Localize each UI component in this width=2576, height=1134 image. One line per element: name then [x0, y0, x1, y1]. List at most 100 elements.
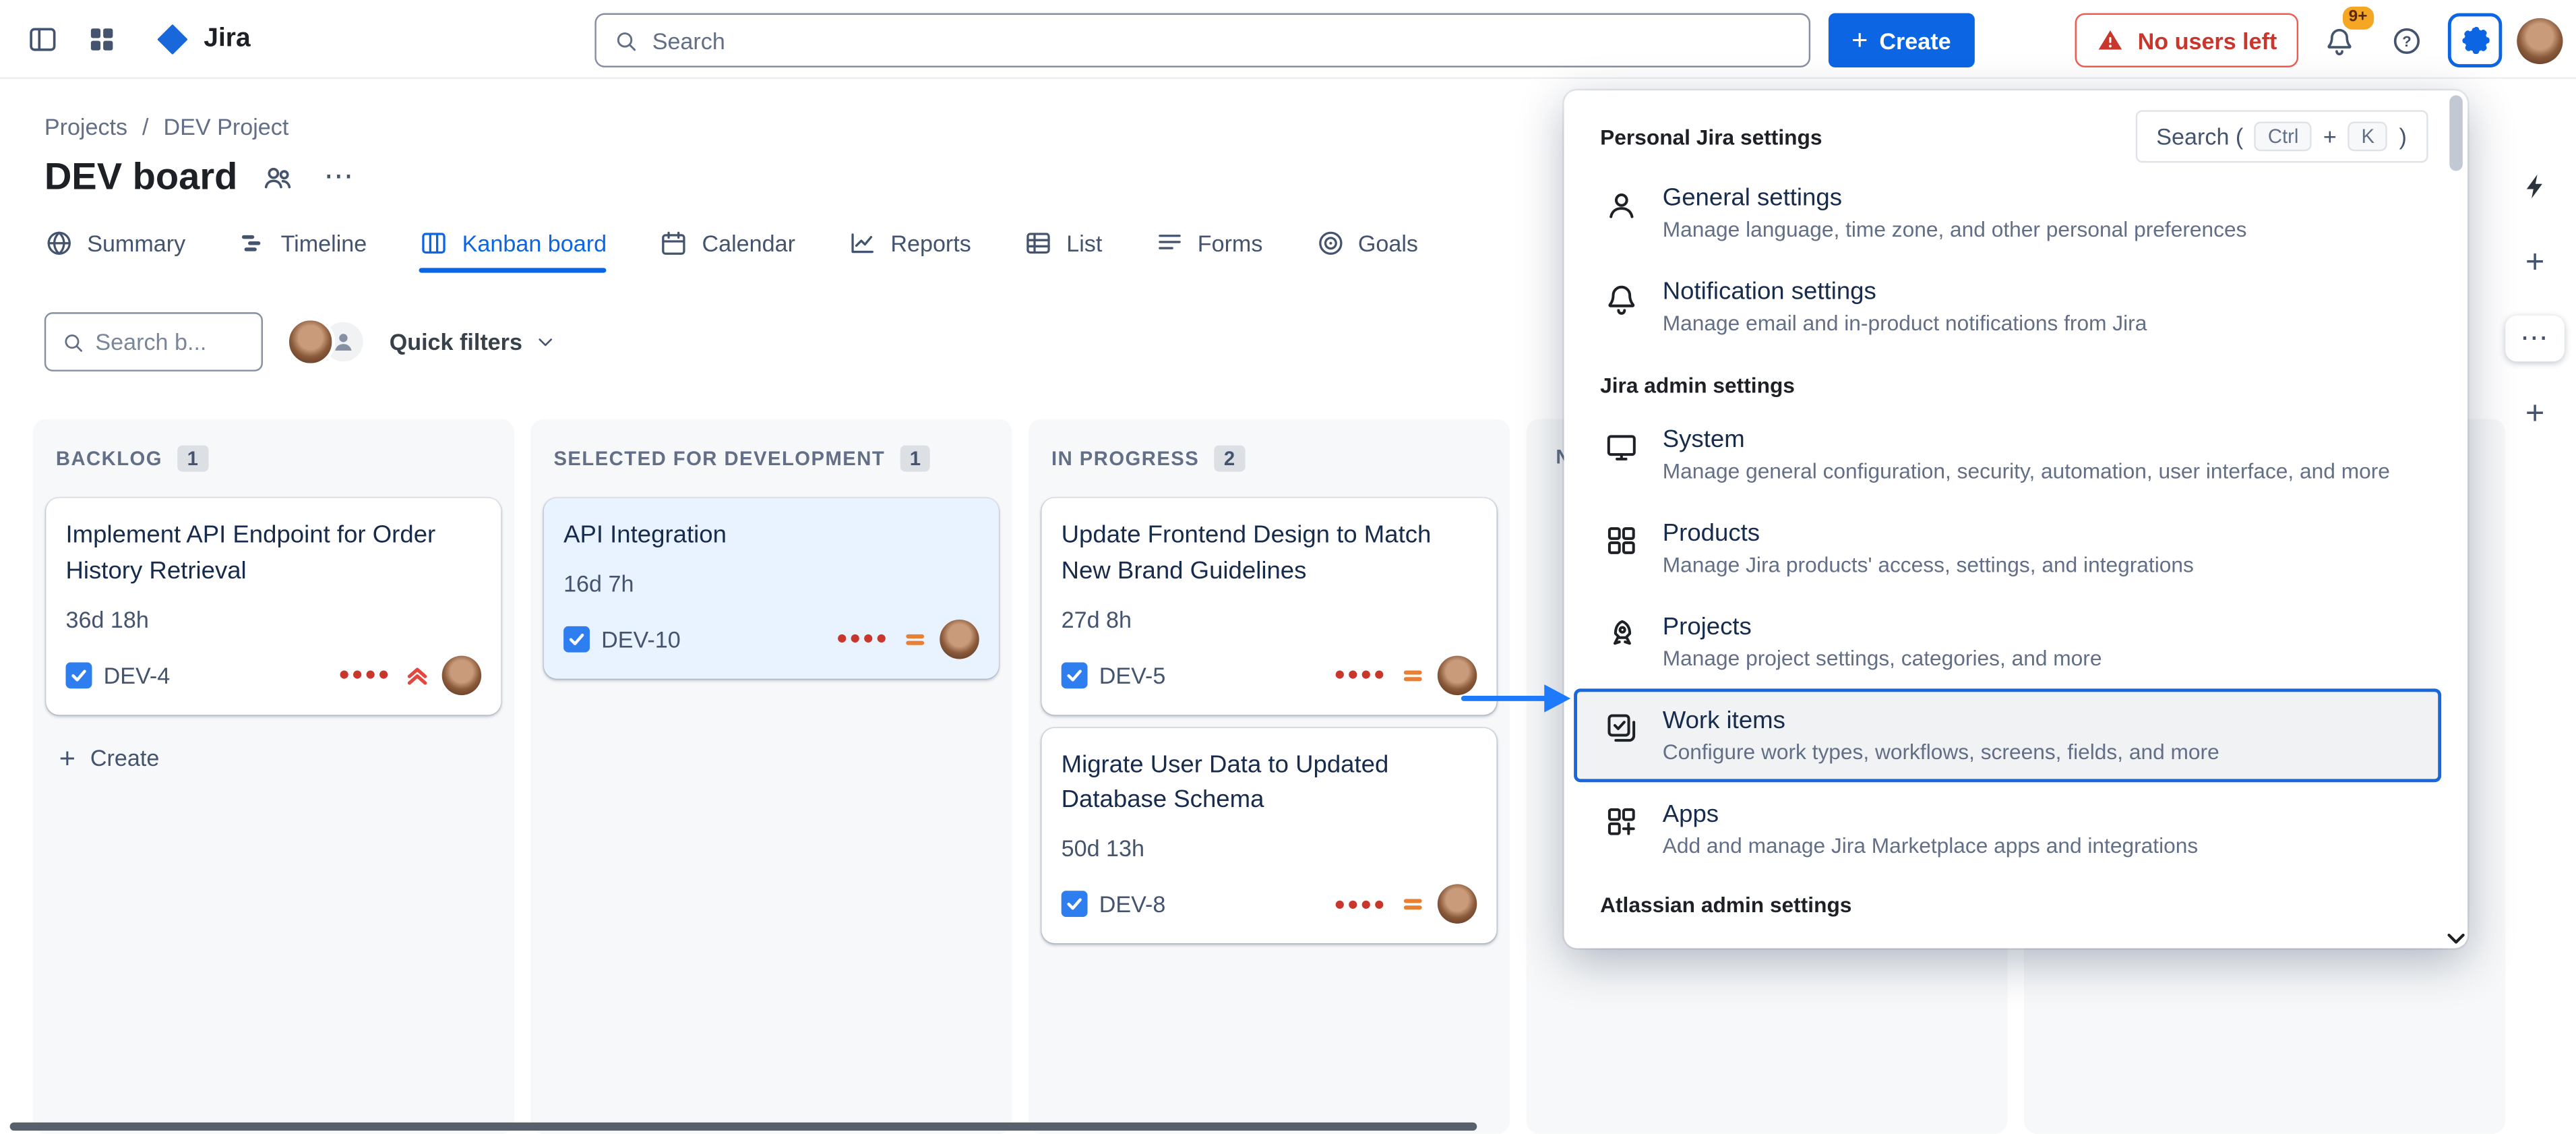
board-view-tabs: Summary Timeline Kanban board Calendar R… [44, 229, 1418, 273]
column-in-progress: IN PROGRESS 2 Update Frontend Design to … [1029, 419, 1510, 1134]
tab-label: List [1066, 230, 1102, 256]
app-name: Jira [204, 25, 250, 55]
tab-reports[interactable]: Reports [848, 229, 971, 273]
tab-label: Timeline [281, 230, 367, 256]
column-count: 2 [1214, 446, 1245, 472]
menu-item-description: Add and manage Jira Marketplace apps and… [1663, 833, 2198, 858]
jira-app: Jira + Create No users left 9+ ? [0, 0, 2576, 1134]
tab-list[interactable]: List [1024, 229, 1103, 273]
global-search-input[interactable] [652, 27, 1793, 53]
more-icon: ⋯ [2520, 322, 2550, 355]
sidebar-toggle-button[interactable] [16, 13, 69, 66]
tab-kanban-board[interactable]: Kanban board [419, 229, 607, 273]
column-backlog: BACKLOG 1 Implement API Endpoint for Ord… [33, 419, 514, 1134]
calendar-icon [659, 229, 689, 258]
scroll-down-icon[interactable] [2443, 925, 2470, 951]
form-icon [1155, 229, 1184, 258]
tab-forms[interactable]: Forms [1155, 229, 1262, 273]
assignee-avatar[interactable] [286, 317, 335, 366]
card-estimate: 27d 8h [1062, 605, 1477, 632]
horizontal-scrollbar[interactable] [10, 1123, 1477, 1131]
grid-icon [1603, 523, 1640, 559]
settings-menu-item-apps[interactable]: Apps Add and manage Jira Marketplace app… [1587, 782, 2428, 876]
more-icon: ⋯ [324, 159, 355, 193]
tab-calendar[interactable]: Calendar [659, 229, 795, 273]
create-button-label: Create [1879, 27, 1951, 53]
task-type-icon [1062, 891, 1088, 917]
settings-menu-item-projects[interactable]: Projects Manage project settings, catego… [1587, 595, 2428, 688]
add-card-button[interactable]: + [2511, 390, 2560, 439]
tab-goals[interactable]: Goals [1315, 229, 1418, 273]
assignee-avatar[interactable] [940, 619, 979, 659]
alert-label: No users left [2138, 27, 2277, 53]
card-key: DEV-8 [1099, 891, 1166, 917]
tab-summary[interactable]: Summary [44, 229, 185, 273]
breadcrumb-project-link[interactable]: DEV Project [163, 113, 288, 140]
chevron-down-icon [534, 330, 557, 353]
svg-text:?: ? [2402, 32, 2412, 49]
tab-timeline[interactable]: Timeline [238, 229, 367, 273]
notification-badge: 9+ [2339, 3, 2377, 32]
keycap-ctrl: Ctrl [2255, 121, 2312, 151]
bell-icon [1603, 281, 1640, 318]
app-switcher-button[interactable] [75, 13, 128, 66]
jira-logo-icon [154, 22, 191, 58]
board-more-button[interactable]: ⋯ [316, 155, 362, 198]
assignee-avatar[interactable] [1438, 655, 1477, 694]
search-icon [61, 330, 86, 355]
breadcrumb-projects-link[interactable]: Projects [44, 113, 127, 140]
chart-icon [848, 229, 878, 258]
scrollbar-thumb[interactable] [2449, 95, 2463, 171]
section-heading-jira-admin: Jira admin settings [1587, 353, 2428, 407]
card-title: API Integration [563, 518, 958, 554]
add-column-button[interactable]: + [2511, 238, 2560, 287]
assignee-avatar[interactable] [1438, 884, 1477, 924]
no-users-left-button[interactable]: No users left [2075, 13, 2298, 67]
assignee-avatar[interactable] [442, 655, 482, 694]
tab-label: Kanban board [462, 230, 607, 256]
settings-menu-item-system[interactable]: System Manage general configuration, sec… [1587, 408, 2428, 502]
card-estimate: 36d 18h [66, 605, 482, 632]
jira-brand[interactable]: Jira [154, 22, 251, 58]
settings-search-shortcut[interactable]: Search ( Ctrl + K ) [2135, 110, 2428, 162]
column-name: IN PROGRESS [1051, 447, 1199, 470]
settings-menu-item-work-items[interactable]: Work items Configure work types, workflo… [1574, 688, 2441, 782]
board-filter-bar: Quick filters [44, 312, 557, 371]
card-key: DEV-4 [104, 661, 171, 688]
breadcrumb-separator: / [142, 113, 148, 140]
people-icon [261, 160, 294, 193]
help-button[interactable]: ? [2381, 14, 2433, 67]
sidebar-toggle-icon [26, 23, 59, 56]
settings-menu-item-notification-settings[interactable]: Notification settings Manage email and i… [1587, 260, 2428, 353]
board-search[interactable] [44, 312, 263, 371]
dropdown-scrollbar[interactable] [2449, 95, 2463, 943]
tab-label: Calendar [702, 230, 795, 256]
board-people-button[interactable] [254, 155, 300, 198]
create-button[interactable]: + Create [1829, 13, 1974, 67]
tab-label: Reports [890, 230, 971, 256]
settings-menu-item-general-settings[interactable]: General settings Manage language, time z… [1587, 166, 2428, 260]
board-card[interactable]: Update Frontend Design to Match New Bran… [1041, 498, 1496, 715]
menu-item-title: System [1663, 425, 2390, 453]
status-dots [340, 671, 388, 679]
user-avatar[interactable] [2517, 18, 2563, 63]
column-create-button[interactable]: + Create [46, 727, 501, 788]
plus-icon: + [2525, 244, 2544, 282]
globe-icon [44, 229, 74, 258]
settings-button[interactable] [2448, 13, 2502, 67]
column-more-button[interactable]: ⋯ [2505, 316, 2565, 361]
card-estimate: 50d 13h [1062, 835, 1477, 861]
table-icon [1024, 229, 1053, 258]
automation-button[interactable] [2511, 161, 2560, 210]
board-search-input[interactable] [95, 329, 226, 355]
section-heading-personal: Personal Jira settings [1587, 114, 1835, 158]
global-search[interactable] [594, 13, 1810, 67]
board-card[interactable]: Implement API Endpoint for Order History… [46, 498, 501, 715]
board-card[interactable]: Migrate User Data to Updated Database Sc… [1041, 727, 1496, 944]
lightning-icon [2519, 170, 2550, 201]
column-count: 1 [177, 446, 208, 472]
board-card[interactable]: API Integration 16d 7h DEV-10 [544, 498, 999, 679]
settings-menu-item-products[interactable]: Products Manage Jira products' access, s… [1587, 501, 2428, 595]
quick-filters-dropdown[interactable]: Quick filters [390, 329, 557, 355]
status-dots [1336, 900, 1384, 908]
